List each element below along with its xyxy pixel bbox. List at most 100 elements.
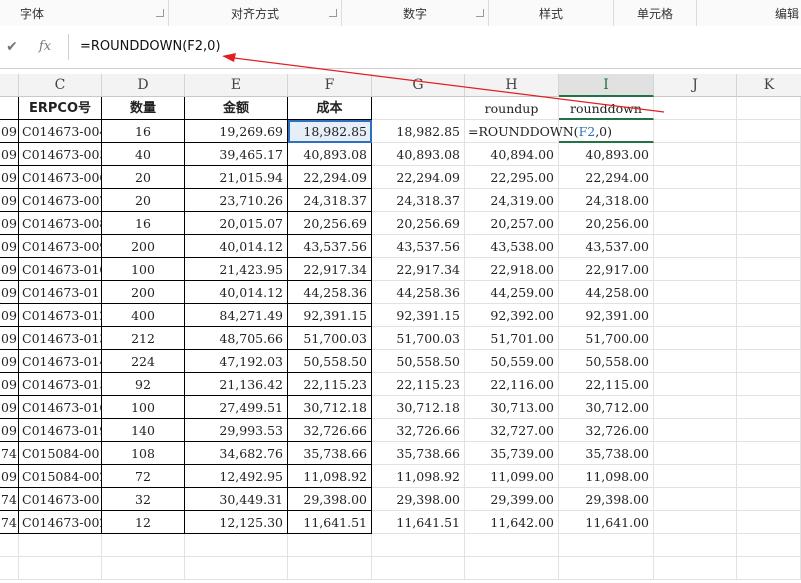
- empty-cell[interactable]: [654, 166, 737, 189]
- cell-rounddown[interactable]: 43,537.00: [559, 235, 654, 258]
- column-header-d[interactable]: D: [102, 74, 185, 97]
- empty-cell[interactable]: [654, 189, 737, 212]
- header-cell-amount[interactable]: 金额: [185, 97, 288, 120]
- column-header-f[interactable]: F: [288, 74, 372, 97]
- cell-g[interactable]: 92,391.15: [372, 304, 465, 327]
- empty-cell[interactable]: [737, 212, 801, 235]
- cell-roundup[interactable]: 30,713.00: [465, 396, 559, 419]
- empty-cell[interactable]: [654, 120, 737, 143]
- cell-roundup[interactable]: 32,727.00: [465, 419, 559, 442]
- empty-cell[interactable]: [654, 143, 737, 166]
- cell-roundup[interactable]: 40,894.00: [465, 143, 559, 166]
- cell-amount[interactable]: 40,014.12: [185, 235, 288, 258]
- cell-g[interactable]: 35,738.66: [372, 442, 465, 465]
- cell-g[interactable]: 29,398.00: [372, 488, 465, 511]
- column-header-j[interactable]: J: [654, 74, 737, 97]
- cell-quantity[interactable]: 20: [102, 166, 185, 189]
- empty-cell[interactable]: [654, 557, 737, 580]
- empty-cell[interactable]: [102, 557, 185, 580]
- empty-cell[interactable]: [737, 373, 801, 396]
- empty-cell[interactable]: [737, 442, 801, 465]
- cell-amount[interactable]: 21,015.94: [185, 166, 288, 189]
- cell-rounddown[interactable]: 22,294.00: [559, 166, 654, 189]
- header-cell-erpco[interactable]: ERPCO号: [19, 97, 102, 120]
- empty-cell[interactable]: [737, 189, 801, 212]
- cell-roundup[interactable]: 22,295.00: [465, 166, 559, 189]
- empty-cell[interactable]: [654, 442, 737, 465]
- cell-amount[interactable]: 48,705.66: [185, 327, 288, 350]
- cell-erpco[interactable]: C014673-009: [19, 235, 102, 258]
- cell-rounddown[interactable]: 22,115.00: [559, 373, 654, 396]
- cell-cost[interactable]: 11,641.51: [288, 511, 372, 534]
- cell-roundup[interactable]: 22,918.00: [465, 258, 559, 281]
- cell-roundup[interactable]: 20,257.00: [465, 212, 559, 235]
- empty-cell[interactable]: [372, 557, 465, 580]
- cell-quantity[interactable]: 224: [102, 350, 185, 373]
- cell-erpco[interactable]: C014673-006: [19, 166, 102, 189]
- empty-cell[interactable]: [0, 557, 19, 580]
- cell-b[interactable]: 09: [0, 281, 19, 304]
- cell-editing-formula[interactable]: =ROUNDDOWN(F2,0): [465, 120, 612, 143]
- empty-cell[interactable]: [737, 488, 801, 511]
- cell-roundup[interactable]: 11,099.00: [465, 465, 559, 488]
- cell-rounddown[interactable]: 92,391.00: [559, 304, 654, 327]
- cell-quantity[interactable]: 32: [102, 488, 185, 511]
- dialog-launcher-icon[interactable]: [329, 9, 337, 17]
- empty-cell[interactable]: [654, 212, 737, 235]
- empty-cell[interactable]: [0, 534, 19, 557]
- header-cell-cost[interactable]: 成本: [288, 97, 372, 120]
- ribbon-group-font[interactable]: 字体: [0, 0, 169, 26]
- cell-rounddown[interactable]: 22,917.00: [559, 258, 654, 281]
- cell-b[interactable]: 74: [0, 442, 19, 465]
- column-header-k[interactable]: K: [737, 74, 801, 97]
- cell-b[interactable]: 09: [0, 120, 19, 143]
- cell-g[interactable]: 20,256.69: [372, 212, 465, 235]
- cell-cost[interactable]: 32,726.66: [288, 419, 372, 442]
- cell-cost[interactable]: 43,537.56: [288, 235, 372, 258]
- cell-b[interactable]: 09: [0, 212, 19, 235]
- cell-rounddown[interactable]: 44,258.00: [559, 281, 654, 304]
- empty-cell[interactable]: [654, 419, 737, 442]
- cell-erpco[interactable]: C014673-016: [19, 396, 102, 419]
- empty-cell[interactable]: [654, 350, 737, 373]
- ribbon-group-alignment[interactable]: 对齐方式: [169, 0, 342, 26]
- header-cell-rounddown[interactable]: rounddown: [559, 97, 654, 120]
- empty-cell[interactable]: [465, 534, 559, 557]
- cell-g[interactable]: 24,318.37: [372, 189, 465, 212]
- cell-cost[interactable]: 35,738.66: [288, 442, 372, 465]
- cell-cost[interactable]: 50,558.50: [288, 350, 372, 373]
- cell-b[interactable]: 09: [0, 396, 19, 419]
- cell-rounddown[interactable]: 32,726.00: [559, 419, 654, 442]
- cell-erpco[interactable]: C015084-001: [19, 442, 102, 465]
- cell-quantity[interactable]: 16: [102, 120, 185, 143]
- cell-roundup[interactable]: 43,538.00: [465, 235, 559, 258]
- empty-cell[interactable]: [737, 120, 801, 143]
- cell-quantity[interactable]: 72: [102, 465, 185, 488]
- fx-icon[interactable]: fx: [34, 36, 56, 58]
- empty-cell[interactable]: [372, 534, 465, 557]
- cell-erpco[interactable]: C014673-012: [19, 304, 102, 327]
- cell-erpco[interactable]: C014673-001: [19, 488, 102, 511]
- cell-quantity[interactable]: 100: [102, 396, 185, 419]
- cell-erpco[interactable]: C014673-002: [19, 511, 102, 534]
- cell-quantity[interactable]: 212: [102, 327, 185, 350]
- cell-erpco[interactable]: C014673-007: [19, 189, 102, 212]
- cell-roundup[interactable]: 11,642.00: [465, 511, 559, 534]
- empty-cell[interactable]: [654, 258, 737, 281]
- cell-cost[interactable]: 22,115.23: [288, 373, 372, 396]
- empty-cell[interactable]: [654, 511, 737, 534]
- check-icon[interactable]: ✔: [1, 36, 23, 58]
- empty-cell[interactable]: [654, 488, 737, 511]
- empty-cell[interactable]: [288, 534, 372, 557]
- cell-roundup[interactable]: 35,739.00: [465, 442, 559, 465]
- formula-input[interactable]: =ROUNDDOWN(F2,0): [80, 39, 221, 54]
- header-cell-b[interactable]: [0, 97, 19, 120]
- cell-amount[interactable]: 23,710.26: [185, 189, 288, 212]
- cell-rounddown[interactable]: 35,738.00: [559, 442, 654, 465]
- cell-roundup[interactable]: 22,116.00: [465, 373, 559, 396]
- cell-cost[interactable]: 18,982.85: [288, 120, 372, 143]
- ribbon-group-number[interactable]: 数字: [342, 0, 489, 26]
- empty-cell[interactable]: [737, 235, 801, 258]
- cell-erpco[interactable]: C014673-004: [19, 120, 102, 143]
- cell-cost[interactable]: 29,398.00: [288, 488, 372, 511]
